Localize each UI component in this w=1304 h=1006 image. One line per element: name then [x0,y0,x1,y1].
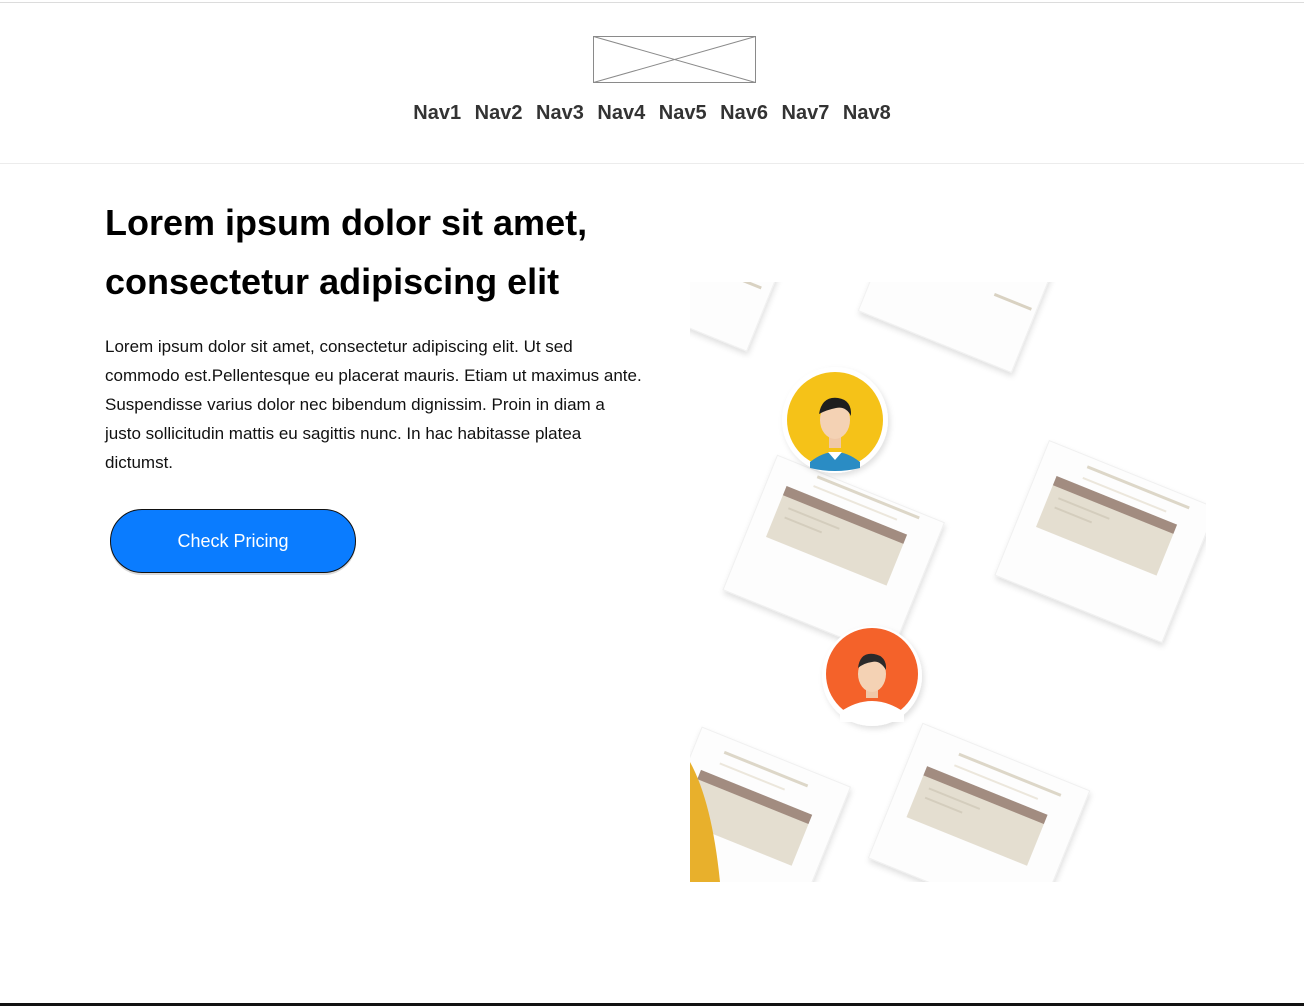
nav-item-3[interactable]: Nav3 [536,102,584,125]
nav-item-6[interactable]: Nav6 [720,102,768,125]
hero-title: Lorem ipsum dolor sit amet, consectetur … [105,202,588,302]
profile-cards-illustration-icon [690,282,1206,882]
check-pricing-button[interactable]: Check Pricing [110,509,356,573]
nav-item-7[interactable]: Nav7 [782,102,830,125]
nav-item-5[interactable]: Nav5 [659,102,707,125]
page: Nav1 Nav2 Nav3 Nav4 Nav5 Nav6 Nav7 Nav8 … [0,0,1304,1006]
check-pricing-label: Check Pricing [177,530,289,551]
site-header: Nav1 Nav2 Nav3 Nav4 Nav5 Nav6 Nav7 Nav8 [0,3,1304,164]
logo-placeholder-icon[interactable] [593,36,756,83]
nav-item-8[interactable]: Nav8 [843,102,891,125]
nav-item-2[interactable]: Nav2 [475,102,523,125]
hero-body-text: Lorem ipsum dolor sit amet, consectetur … [105,337,642,472]
nav-item-1[interactable]: Nav1 [413,102,461,125]
nav-item-4[interactable]: Nav4 [597,102,645,125]
main-nav: Nav1 Nav2 Nav3 Nav4 Nav5 Nav6 Nav7 Nav8 [0,102,1304,125]
